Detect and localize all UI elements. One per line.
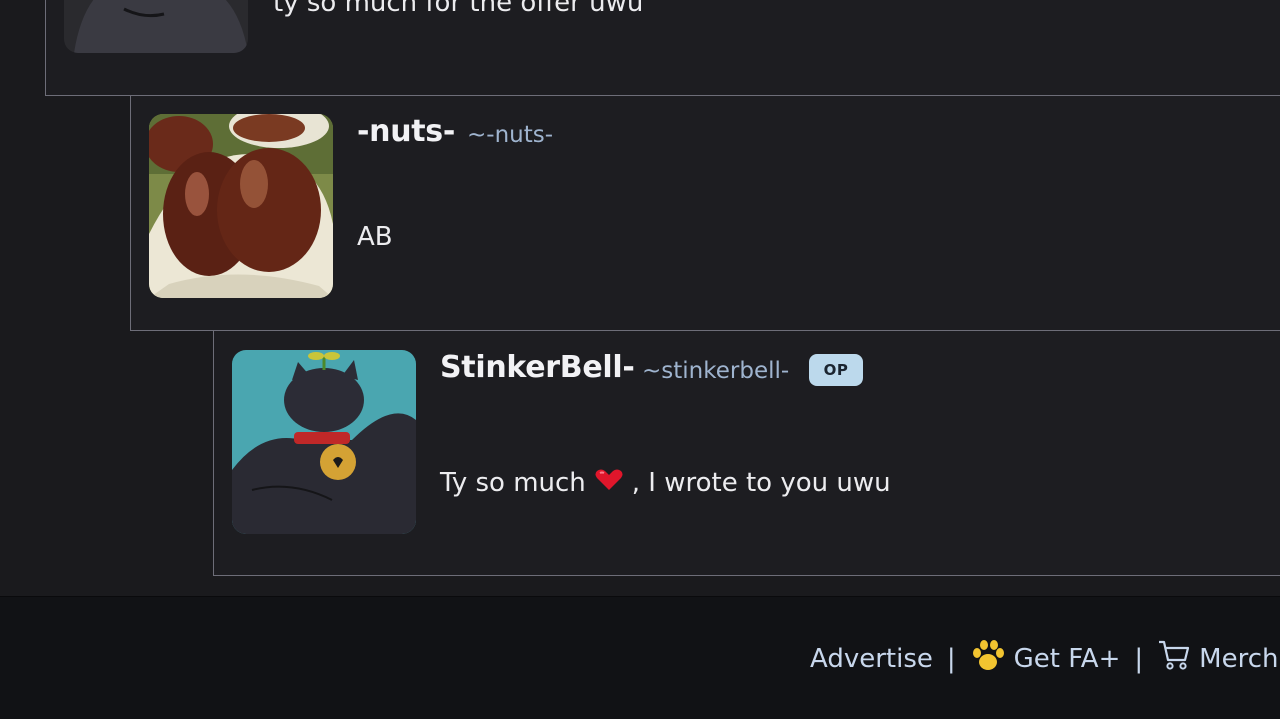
op-badge: OP: [809, 354, 863, 386]
comment-text: ty so much for the offer uwu: [273, 0, 644, 18]
paw-icon: [970, 638, 1006, 679]
merch-link[interactable]: Merch S: [1199, 644, 1280, 674]
avatar[interactable]: [64, 0, 248, 53]
comment-text: Ty so much , I wrote to you uwu: [440, 468, 891, 499]
advertise-link[interactable]: Advertise: [810, 644, 933, 674]
comment-author-username[interactable]: ~-nuts-: [467, 122, 553, 148]
comment-author-name[interactable]: StinkerBell-: [440, 350, 635, 385]
comment-text-before: Ty so much: [440, 468, 586, 498]
avatar[interactable]: [232, 350, 416, 534]
footer-separator: |: [1134, 643, 1144, 674]
footer-links: Advertise | Get FA+ | Merch S: [810, 638, 1280, 679]
comment-text-after: , I wrote to you uwu: [631, 468, 891, 498]
footer-separator: |: [946, 643, 956, 674]
get-fa-plus-link[interactable]: Get FA+: [1014, 644, 1121, 674]
comment-author-name[interactable]: -nuts-: [357, 114, 455, 149]
cart-icon: [1157, 639, 1191, 678]
comment-text: AB: [357, 222, 393, 252]
comment-author-username[interactable]: ~stinkerbell-: [642, 358, 789, 384]
heart-emoji-icon: [594, 468, 624, 499]
avatar[interactable]: [149, 114, 333, 298]
